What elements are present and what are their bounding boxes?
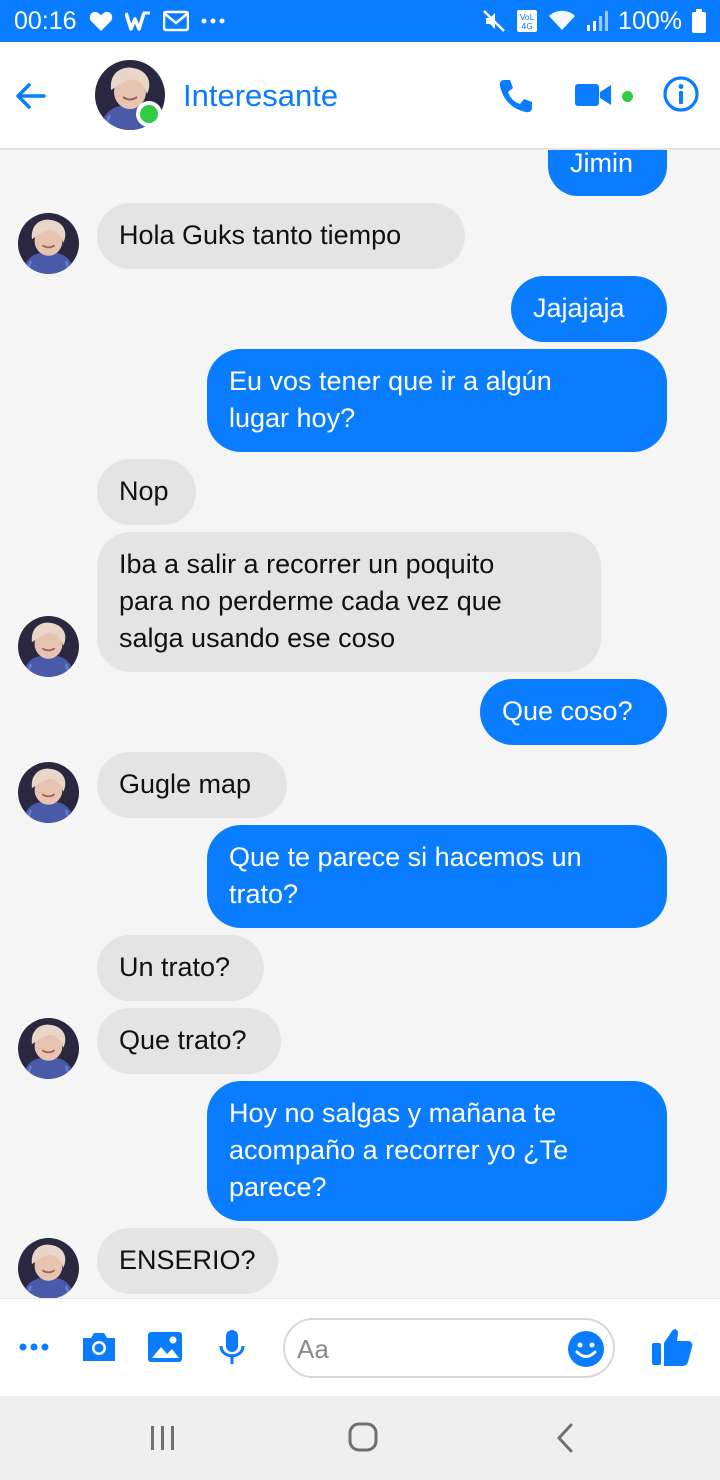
status-time: 00:16 xyxy=(14,6,77,35)
sent-message-bubble[interactable]: Jajajaja xyxy=(511,276,667,342)
info-icon[interactable] xyxy=(662,75,700,113)
camera-icon[interactable] xyxy=(79,1327,119,1367)
image-icon[interactable] xyxy=(145,1327,185,1367)
signal-icon xyxy=(586,10,609,32)
received-message-bubble[interactable]: Nop xyxy=(97,459,196,525)
sender-avatar[interactable] xyxy=(18,213,79,274)
sent-message-bubble[interactable]: Que te parece si hacemos un trato? xyxy=(207,825,667,928)
home-icon[interactable] xyxy=(343,1420,383,1456)
received-message-bubble[interactable]: Hola Guks tanto tiempo xyxy=(97,203,465,269)
conversation-title[interactable]: Interesante xyxy=(183,78,338,114)
message-input[interactable] xyxy=(297,1332,557,1366)
battery-percent: 100% xyxy=(618,6,682,35)
microphone-icon[interactable] xyxy=(212,1327,252,1367)
sent-message-bubble[interactable]: Eu vos tener que ir a algún lugar hoy? xyxy=(207,349,667,452)
wifi-icon xyxy=(548,10,576,32)
back-arrow-icon[interactable] xyxy=(12,76,52,116)
sent-message-bubble[interactable]: Hoy no salgas y mañana te acompaño a rec… xyxy=(207,1081,667,1221)
message-input-box[interactable] xyxy=(283,1318,615,1378)
sender-avatar[interactable] xyxy=(18,1238,79,1298)
back-icon[interactable] xyxy=(546,1420,586,1456)
more-icon xyxy=(201,16,225,26)
svg-text:4G: 4G xyxy=(521,22,532,31)
status-bar: 00:16 VoL 4G 100% xyxy=(0,0,720,42)
sent-message-bubble[interactable]: Jimin xyxy=(548,150,667,196)
sent-message-bubble[interactable]: Que coso? xyxy=(480,679,667,745)
message-thread[interactable]: Jimin Hola Guks tanto tiempo Jajajaja Eu vo… xyxy=(0,150,720,1298)
message-composer xyxy=(0,1298,720,1396)
received-message-bubble[interactable]: Gugle map xyxy=(97,752,287,818)
received-message-bubble[interactable]: Iba a salir a recorrer un poquito para n… xyxy=(97,532,601,672)
video-online-dot xyxy=(622,91,633,102)
received-message-bubble[interactable]: ENSERIO? xyxy=(97,1228,278,1294)
gmail-icon xyxy=(162,10,189,32)
recents-icon[interactable] xyxy=(143,1420,183,1456)
system-nav-bar xyxy=(0,1396,720,1480)
more-dots-icon[interactable] xyxy=(16,1327,56,1367)
online-status-dot xyxy=(136,101,162,127)
video-camera-icon[interactable] xyxy=(573,78,613,114)
received-message-bubble[interactable]: Un trato? xyxy=(97,935,264,1001)
phone-icon[interactable] xyxy=(495,76,535,116)
conversation-header: Interesante xyxy=(0,42,720,150)
received-message-bubble[interactable]: Que trato? xyxy=(97,1008,281,1074)
emoji-icon[interactable] xyxy=(567,1330,605,1368)
sender-avatar[interactable] xyxy=(18,762,79,823)
sender-avatar[interactable] xyxy=(18,616,79,677)
volte-icon: VoL 4G xyxy=(516,9,538,33)
heart-icon xyxy=(89,10,113,32)
battery-icon xyxy=(692,9,706,33)
mute-icon xyxy=(482,9,506,33)
w-app-icon xyxy=(124,10,151,32)
thumbs-up-icon[interactable] xyxy=(650,1325,694,1369)
svg-text:VoL: VoL xyxy=(520,13,535,22)
sender-avatar[interactable] xyxy=(18,1018,79,1079)
